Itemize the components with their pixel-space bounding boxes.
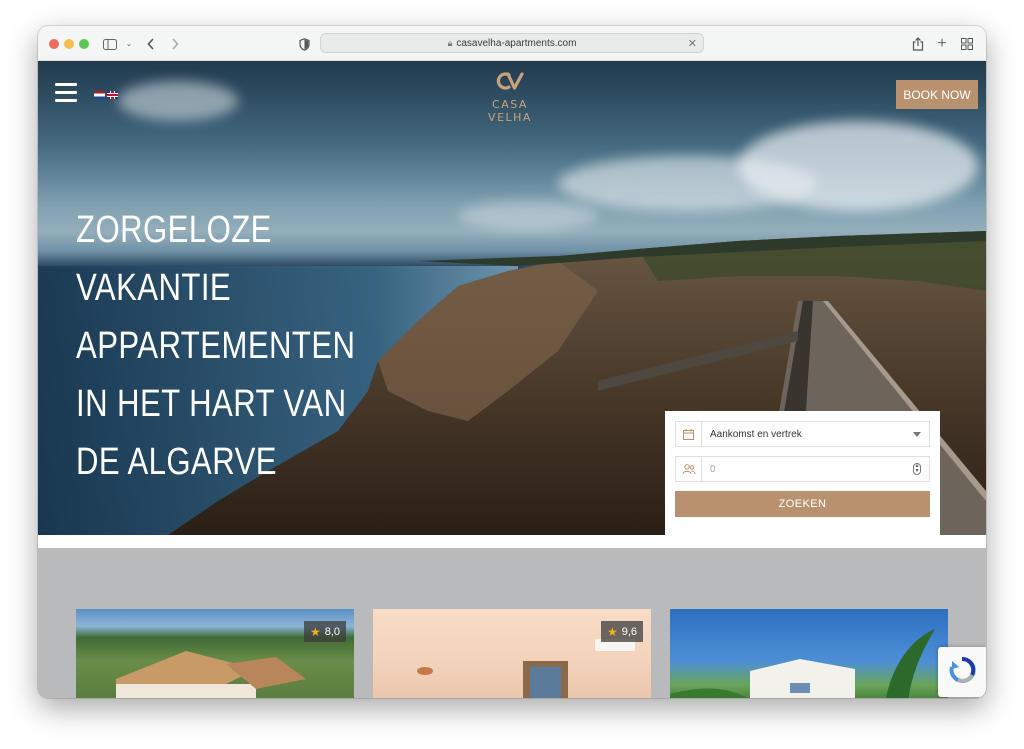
site-logo[interactable]: CASA VELHA [474, 71, 546, 124]
chevron-down-icon [913, 432, 921, 437]
recaptcha-icon [949, 656, 976, 683]
guests-value: 0 [710, 463, 716, 475]
menu-button[interactable] [55, 83, 77, 102]
language-switcher [94, 91, 118, 99]
share-icon[interactable] [909, 35, 927, 53]
minimize-window-button[interactable] [64, 39, 74, 49]
property-image [670, 629, 935, 698]
rating-badge: ★ 8,0 [303, 621, 346, 642]
calendar-icon [676, 422, 702, 446]
sidebar-toggle-icon[interactable] [101, 35, 119, 53]
star-icon: ★ [309, 624, 321, 639]
property-card[interactable]: ★ 9,6 [373, 609, 651, 698]
date-range-select[interactable]: Aankomst en vertrek [675, 421, 930, 447]
flag-nl-icon[interactable] [94, 91, 105, 99]
lock-icon: 🔒︎ [447, 37, 453, 48]
zoom-window-button[interactable] [79, 39, 89, 49]
new-tab-icon[interactable]: + [933, 35, 951, 53]
browser-window: ⌄ 🔒︎ casavelha-apartments.com ✕ + CASA V… [38, 26, 986, 698]
rating-value: 9,6 [621, 625, 637, 638]
property-card[interactable] [670, 609, 948, 698]
address-bar[interactable]: 🔒︎ casavelha-apartments.com ✕ [320, 33, 704, 53]
url-text: casavelha-apartments.com [456, 37, 577, 49]
clear-url-icon[interactable]: ✕ [688, 37, 697, 50]
rating-value: 8,0 [324, 625, 340, 638]
menu-line [55, 83, 77, 86]
forward-arrow-icon[interactable] [166, 35, 184, 53]
guests-input[interactable]: 0 ▴ ▾ [675, 456, 930, 482]
chevron-down-icon[interactable]: ⌄ [120, 35, 138, 53]
privacy-shield-icon[interactable] [295, 35, 313, 53]
flag-uk-icon[interactable] [107, 91, 118, 99]
guests-icon [676, 457, 702, 481]
back-arrow-icon[interactable] [142, 35, 160, 53]
section-divider [38, 535, 986, 548]
star-icon: ★ [606, 624, 618, 639]
brand-name: CASA VELHA [488, 98, 532, 124]
search-button[interactable]: ZOEKEN [675, 491, 930, 517]
booking-widget: Aankomst en vertrek 0 ▴ ▾ ZOEKEN [665, 411, 940, 535]
property-card[interactable]: ★ 8,0 [76, 609, 354, 698]
date-range-placeholder: Aankomst en vertrek [710, 428, 802, 440]
hero-banner: CASA VELHA BOOK NOW ZORGELOZE VAKANTIE A… [38, 61, 986, 535]
rating-badge: ★ 9,6 [600, 621, 643, 642]
logo-mark-icon [496, 72, 524, 90]
browser-toolbar: ⌄ 🔒︎ casavelha-apartments.com ✕ + [38, 26, 986, 61]
book-now-button[interactable]: BOOK NOW [896, 80, 978, 109]
recaptcha-badge[interactable] [938, 647, 986, 697]
close-window-button[interactable] [49, 39, 59, 49]
stepper-icon[interactable]: ▴ ▾ [913, 463, 921, 475]
hero-headline: ZORGELOZE VAKANTIE APPARTEMENTEN IN HET … [76, 209, 356, 483]
menu-line [55, 91, 77, 94]
tab-overview-icon[interactable] [958, 35, 976, 53]
menu-line [55, 99, 77, 102]
